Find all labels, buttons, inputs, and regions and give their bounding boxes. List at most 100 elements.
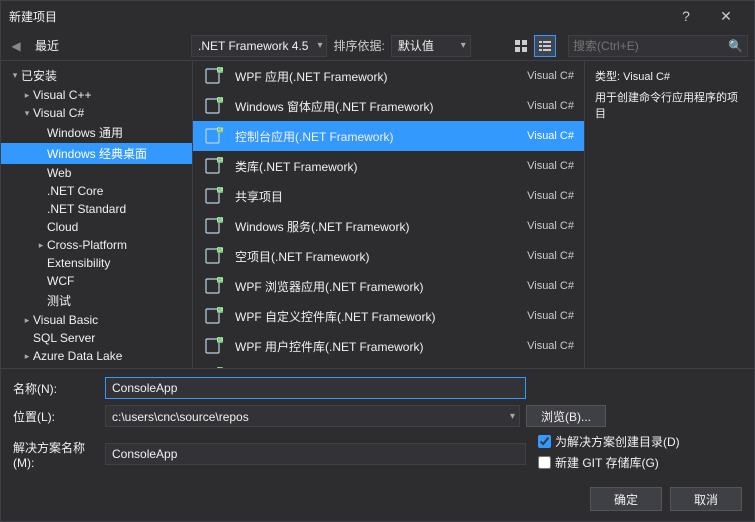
- cancel-button[interactable]: 取消: [670, 487, 742, 511]
- name-input[interactable]: [105, 377, 526, 399]
- expand-icon[interactable]: ▸: [21, 90, 33, 101]
- view-list-icon[interactable]: [534, 35, 556, 57]
- view-large-icon[interactable]: [510, 35, 532, 57]
- sort-dropdown[interactable]: 默认值: [391, 35, 471, 57]
- create-dir-checkbox[interactable]: [538, 435, 551, 448]
- location-label: 位置(L):: [13, 408, 99, 425]
- browse-button[interactable]: 浏览(B)...: [526, 405, 606, 427]
- close-button[interactable]: ✕: [706, 1, 746, 31]
- framework-dropdown[interactable]: .NET Framework 4.5: [191, 35, 327, 57]
- tree-node-label: Visual Basic: [33, 313, 98, 327]
- template-row[interactable]: C#Windows 窗体控件库(.NET Framework)Visual C#: [193, 361, 584, 368]
- name-label: 名称(N):: [13, 380, 99, 397]
- tree-node-label: Visual C#: [33, 106, 84, 120]
- recent-label[interactable]: 最近: [31, 37, 191, 54]
- tree-node[interactable]: ▸JavaScript: [1, 365, 192, 368]
- tree-installed[interactable]: ▾已安装: [1, 65, 192, 86]
- template-name: 共享项目: [235, 188, 517, 205]
- tree-node[interactable]: SQL Server: [1, 329, 192, 347]
- tree-node[interactable]: Web: [1, 164, 192, 182]
- template-description: 用于创建命令行应用程序的项目: [595, 90, 744, 123]
- template-icon: C#: [203, 365, 225, 368]
- template-row[interactable]: C#WPF 用户控件库(.NET Framework)Visual C#: [193, 331, 584, 361]
- tree-node[interactable]: 测试: [1, 290, 192, 311]
- template-icon: C#: [203, 125, 225, 147]
- template-lang: Visual C#: [527, 340, 574, 352]
- tree-node[interactable]: ▾Visual C#: [1, 104, 192, 122]
- tree-node-label: .NET Core: [47, 184, 103, 198]
- solution-input[interactable]: [105, 443, 526, 465]
- svg-text:C#: C#: [217, 338, 224, 344]
- main: ▾已安装 ▸Visual C++▾Visual C#Windows 通用Wind…: [1, 61, 754, 369]
- template-row[interactable]: C#WPF 应用(.NET Framework)Visual C#: [193, 61, 584, 91]
- location-dropdown[interactable]: c:\users\cnc\source\repos: [105, 405, 520, 427]
- template-name: 控制台应用(.NET Framework): [235, 128, 517, 145]
- tree-node-label: JavaScript: [33, 367, 89, 368]
- expand-icon[interactable]: ▾: [21, 108, 33, 119]
- template-row[interactable]: C#WPF 自定义控件库(.NET Framework)Visual C#: [193, 301, 584, 331]
- git-checkbox[interactable]: [538, 456, 551, 469]
- template-row[interactable]: C#类库(.NET Framework)Visual C#: [193, 151, 584, 181]
- type-label: 类型:: [595, 71, 620, 83]
- solution-label: 解决方案名称(M):: [13, 439, 99, 470]
- ok-button[interactable]: 确定: [590, 487, 662, 511]
- svg-text:C#: C#: [217, 188, 224, 194]
- template-lang: Visual C#: [527, 160, 574, 172]
- template-row[interactable]: C#控制台应用(.NET Framework)Visual C#: [193, 121, 584, 151]
- expand-icon[interactable]: ▸: [21, 351, 33, 362]
- template-row[interactable]: C#共享项目Visual C#: [193, 181, 584, 211]
- tree-node[interactable]: ▸Visual C++: [1, 86, 192, 104]
- tree-node[interactable]: ▸Azure Data Lake: [1, 347, 192, 365]
- template-icon: C#: [203, 245, 225, 267]
- tree-node[interactable]: Cloud: [1, 218, 192, 236]
- template-icon: C#: [203, 305, 225, 327]
- tree-label: 已安装: [21, 67, 57, 84]
- tree-node[interactable]: Windows 通用: [1, 122, 192, 143]
- template-icon: C#: [203, 275, 225, 297]
- back-icon[interactable]: ◀: [1, 39, 31, 53]
- template-row[interactable]: C#Windows 窗体应用(.NET Framework)Visual C#: [193, 91, 584, 121]
- tree-node[interactable]: Windows 经典桌面: [1, 143, 192, 164]
- tree-node[interactable]: .NET Core: [1, 182, 192, 200]
- git-label: 新建 GIT 存储库(G): [555, 454, 659, 471]
- info-pane: 类型: Visual C# 用于创建命令行应用程序的项目: [584, 61, 754, 368]
- expand-icon[interactable]: ▸: [35, 240, 47, 251]
- svg-text:C#: C#: [217, 98, 224, 104]
- template-row[interactable]: C#Windows 服务(.NET Framework)Visual C#: [193, 211, 584, 241]
- svg-text:C#: C#: [217, 158, 224, 164]
- template-row[interactable]: C#空项目(.NET Framework)Visual C#: [193, 241, 584, 271]
- tree-node-label: Web: [47, 166, 71, 180]
- tree[interactable]: ▾已安装 ▸Visual C++▾Visual C#Windows 通用Wind…: [1, 61, 193, 368]
- template-name: WPF 应用(.NET Framework): [235, 68, 517, 85]
- search-icon[interactable]: 🔍: [728, 39, 743, 53]
- tree-node-label: SQL Server: [33, 331, 95, 345]
- template-icon: C#: [203, 335, 225, 357]
- topbar: ◀ 最近 .NET Framework 4.5 排序依据: 默认值 🔍: [1, 31, 754, 61]
- create-dir-label: 为解决方案创建目录(D): [555, 433, 680, 450]
- tree-node-label: Windows 通用: [47, 124, 123, 141]
- template-list[interactable]: C# WPF 应用(.NET Framework) Visual C# C#Windo…: [193, 61, 584, 368]
- svg-text:C#: C#: [217, 128, 224, 134]
- tree-node[interactable]: .NET Standard: [1, 200, 192, 218]
- tree-node[interactable]: ▸Cross-Platform: [1, 236, 192, 254]
- tree-node-label: Windows 经典桌面: [47, 145, 147, 162]
- search-box[interactable]: 🔍: [568, 35, 748, 57]
- template-lang: Visual C#: [527, 280, 574, 292]
- tree-node[interactable]: Extensibility: [1, 254, 192, 272]
- svg-text:C#: C#: [217, 368, 224, 369]
- window-title: 新建项目: [9, 8, 666, 25]
- help-button[interactable]: ?: [666, 1, 706, 31]
- search-input[interactable]: [573, 39, 728, 53]
- titlebar: 新建项目 ? ✕: [1, 1, 754, 31]
- tree-node[interactable]: WCF: [1, 272, 192, 290]
- sort-label: 排序依据:: [333, 37, 384, 54]
- tree-node-label: .NET Standard: [47, 202, 126, 216]
- template-lang: Visual C#: [527, 70, 574, 82]
- svg-text:C#: C#: [217, 308, 224, 314]
- template-icon: C#: [203, 215, 225, 237]
- tree-node[interactable]: ▸Visual Basic: [1, 311, 192, 329]
- template-name: WPF 自定义控件库(.NET Framework): [235, 308, 517, 325]
- template-name: WPF 浏览器应用(.NET Framework): [235, 278, 517, 295]
- template-row[interactable]: C# WPF 浏览器应用(.NET Framework) Visual C#: [193, 271, 584, 301]
- expand-icon[interactable]: ▸: [21, 315, 33, 326]
